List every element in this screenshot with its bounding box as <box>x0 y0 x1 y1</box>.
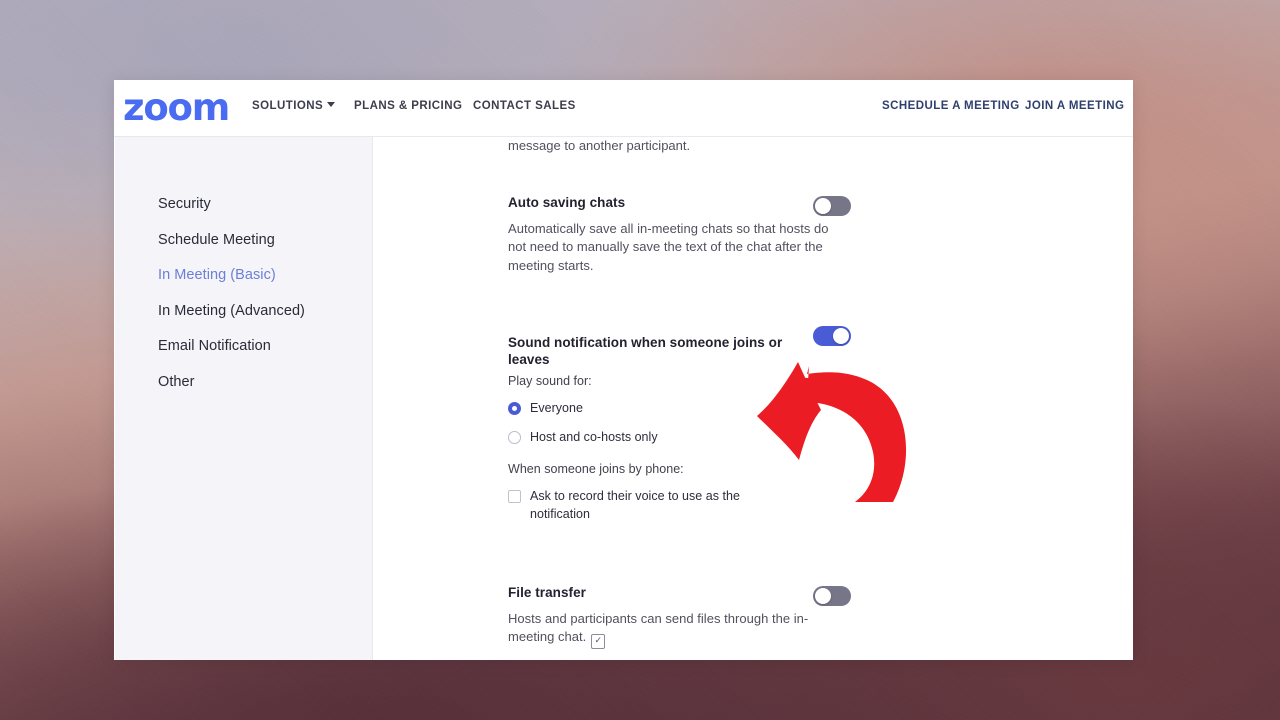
setting-title: File transfer <box>508 585 586 600</box>
radio-option-label: Everyone <box>530 401 583 416</box>
sidebar-item-in-meeting-advanced[interactable]: In Meeting (Advanced) <box>158 303 368 319</box>
toggle-knob <box>815 198 831 214</box>
sidebar-item-in-meeting-basic[interactable]: In Meeting (Basic) <box>158 268 368 283</box>
join-a-meeting-link[interactable]: JOIN A MEETING <box>1025 100 1124 112</box>
radio-option-host-and-cohosts[interactable]: Host and co-hosts only <box>508 429 828 447</box>
toggle-knob <box>815 588 831 604</box>
setting-title: Auto saving chats <box>508 195 626 210</box>
page-columns: Security Schedule Meeting In Meeting (Ba… <box>114 80 1133 660</box>
radio-option-label: Host and co-hosts only <box>530 430 658 444</box>
site-navbar: zoom SOLUTIONS PLANS & PRICING CONTACT S… <box>114 80 1133 136</box>
settings-scroll-region[interactable]: Private chat Allow meeting participants … <box>373 80 1133 660</box>
radio-host-and-cohosts-icon[interactable] <box>508 431 521 444</box>
sidebar-item-schedule-meeting[interactable]: Schedule Meeting <box>158 232 368 248</box>
setting-description-text: Hosts and participants can send files th… <box>508 610 809 645</box>
schedule-a-meeting-link[interactable]: SCHEDULE A MEETING <box>882 100 1020 112</box>
setting-description: Hosts and participants can send files th… <box>508 610 848 650</box>
nav-item-solutions[interactable]: SOLUTIONS <box>252 100 336 112</box>
toggle-auto-saving-chats[interactable] <box>813 196 851 216</box>
chevron-down-icon <box>327 102 336 107</box>
nav-item-contact-sales[interactable]: CONTACT SALES <box>473 100 576 112</box>
checkbox-check-icon[interactable]: ✓ <box>591 634 606 650</box>
checkbox-ask-to-record-icon[interactable] <box>508 490 521 503</box>
setting-title: Sound notification when someone joins or… <box>508 335 783 367</box>
zoom-logo[interactable]: zoom <box>123 89 230 126</box>
toggle-knob <box>833 328 849 344</box>
checkbox-option-ask-to-record-voice[interactable]: Ask to record their voice to use as the … <box>508 488 758 524</box>
joins-by-phone-label: When someone joins by phone: <box>508 461 684 476</box>
setting-description: Automatically save all in-meeting chats … <box>508 220 829 273</box>
sound-notification-options: Play sound for: Everyone Host and co-hos… <box>508 373 828 524</box>
setting-private-chat-description-tail: message to another participant. <box>508 138 691 153</box>
nav-item-label: SOLUTIONS <box>252 100 324 112</box>
settings-nav: Security Schedule Meeting In Meeting (Ba… <box>158 197 368 410</box>
sidebar-item-security[interactable]: Security <box>158 197 368 212</box>
setting-sound-notification: Sound notification when someone joins or… <box>508 335 808 369</box>
sidebar-item-other[interactable]: Other <box>158 374 368 390</box>
checkbox-option-label: Ask to record their voice to use as the … <box>530 489 740 521</box>
setting-auto-saving-chats: Auto saving chats Automatically save all… <box>508 195 848 275</box>
sidebar-item-email-notification[interactable]: Email Notification <box>158 339 368 354</box>
browser-viewport: Security Schedule Meeting In Meeting (Ba… <box>114 80 1133 660</box>
toggle-sound-notification[interactable] <box>813 326 851 346</box>
play-sound-for-label: Play sound for: <box>508 374 592 388</box>
nav-item-plans-and-pricing[interactable]: PLANS & PRICING <box>354 100 462 112</box>
radio-everyone-icon[interactable] <box>508 402 521 416</box>
radio-option-everyone[interactable]: Everyone <box>508 400 828 418</box>
toggle-file-transfer[interactable] <box>813 586 851 606</box>
settings-content-area: Private chat Allow meeting participants … <box>373 80 1133 660</box>
setting-file-transfer: File transfer Hosts and participants can… <box>508 585 848 650</box>
settings-left-rail: Security Schedule Meeting In Meeting (Ba… <box>115 127 373 660</box>
